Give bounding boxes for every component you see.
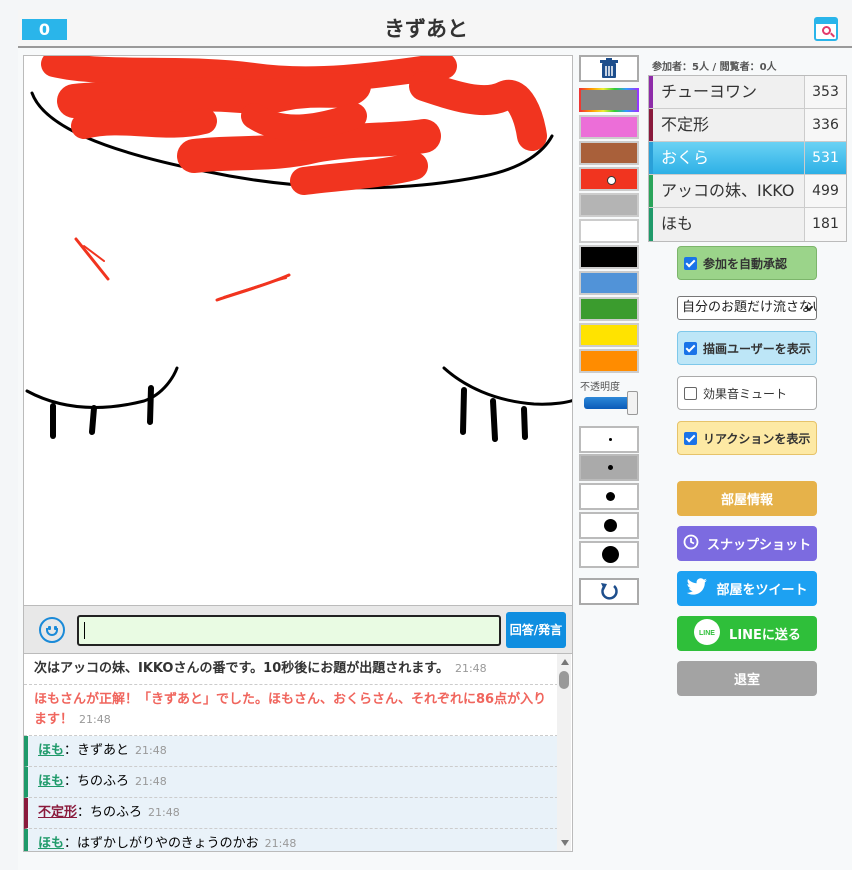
svg-text:LINE: LINE — [699, 630, 715, 637]
checkbox-checked[interactable] — [684, 341, 697, 355]
leave-room-button[interactable]: 退室 — [677, 661, 817, 696]
color-swatch-green[interactable] — [579, 297, 639, 321]
drawing-canvas[interactable] — [23, 55, 573, 606]
list-item: 不定形：ちのふろ 21:48 — [24, 798, 558, 829]
search-icon[interactable] — [814, 17, 838, 41]
brush-size-1[interactable] — [579, 426, 639, 453]
color-swatch-black[interactable] — [579, 245, 639, 269]
mute-sfx-toggle[interactable]: 効果音ミュート — [677, 376, 817, 410]
player-row: 不定形 336 — [649, 109, 846, 142]
color-swatch-red[interactable] — [579, 167, 639, 191]
color-swatch-yellow[interactable] — [579, 323, 639, 347]
checkbox-checked[interactable] — [684, 431, 697, 445]
show-reactions-toggle[interactable]: リアクションを表示 — [677, 421, 817, 455]
color-swatch-blue[interactable] — [579, 271, 639, 295]
room-info-button[interactable]: 部屋情報 — [677, 481, 817, 516]
topic-mode-select[interactable]: 自分のお題だけ流さない — [677, 296, 817, 320]
list-item: ほも：はずかしがりやのきょうのかお 21:48 — [24, 829, 558, 851]
list-item: 次はアッコの妹、IKKOさんの番です。10秒後にお題が出題されます。 21:48 — [24, 654, 558, 685]
twitter-bird-icon — [686, 577, 708, 600]
checkbox-unchecked[interactable] — [684, 386, 697, 400]
player-row-active: おくら 531 — [649, 142, 846, 175]
list-item: ほもさんが正解！「きずあと」でした。ほもさん、おくらさん、それぞれに86点が入り… — [24, 685, 558, 736]
color-swatch-orange[interactable] — [579, 349, 639, 373]
snapshot-button[interactable]: スナップショット — [677, 526, 817, 561]
tweet-button[interactable]: 部屋をツイート — [677, 571, 817, 606]
line-icon: LINE — [693, 618, 721, 650]
chat-scrollbar[interactable] — [557, 654, 571, 851]
checkbox-checked[interactable] — [684, 256, 697, 270]
brush-size-3[interactable] — [579, 483, 639, 510]
color-swatch-brown[interactable] — [579, 141, 639, 165]
auto-approve-toggle[interactable]: 参加を自動承認 — [677, 246, 817, 280]
brush-size-5[interactable] — [579, 541, 639, 568]
trash-icon[interactable] — [579, 55, 639, 82]
chat-log: 次はアッコの妹、IKKOさんの番です。10秒後にお題が出題されます。 21:48 … — [23, 653, 573, 852]
player-row: アッコの妹、IKKO 499 — [649, 175, 846, 208]
line-share-button[interactable]: LINE LINEに送る — [677, 616, 817, 651]
color-swatch-lightgray[interactable] — [579, 193, 639, 217]
opacity-slider[interactable] — [584, 397, 632, 409]
participants-count: 参加者：5人 / 閲覧者：0人 — [652, 62, 777, 73]
send-answer-button[interactable]: 回答/発言 — [506, 612, 566, 648]
page-title: きずあと — [384, 17, 468, 41]
opacity-slider-thumb[interactable] — [627, 391, 638, 415]
color-swatch-gray[interactable] — [579, 88, 639, 112]
player-list: チューヨワン 353 不定形 336 おくら 531 アッコの妹、IKKO 499 ほも… — [648, 75, 847, 242]
player-row: チューヨワン 353 — [649, 76, 846, 109]
color-swatch-pink[interactable] — [579, 115, 639, 139]
list-item: ほも：きずあと 21:48 — [24, 736, 558, 767]
undo-icon[interactable] — [579, 578, 639, 605]
brush-size-2[interactable] — [579, 454, 639, 481]
player-row: ほも 181 — [649, 208, 846, 241]
list-item: ほも：ちのふろ 21:48 — [24, 767, 558, 798]
clock-icon — [683, 534, 699, 554]
show-drawer-toggle[interactable]: 描画ユーザーを表示 — [677, 331, 817, 365]
smiley-icon[interactable] — [39, 617, 65, 643]
brush-size-4[interactable] — [579, 512, 639, 539]
opacity-label: 不透明度 — [580, 382, 620, 393]
answer-input[interactable] — [77, 615, 501, 646]
color-swatch-white[interactable] — [579, 219, 639, 243]
